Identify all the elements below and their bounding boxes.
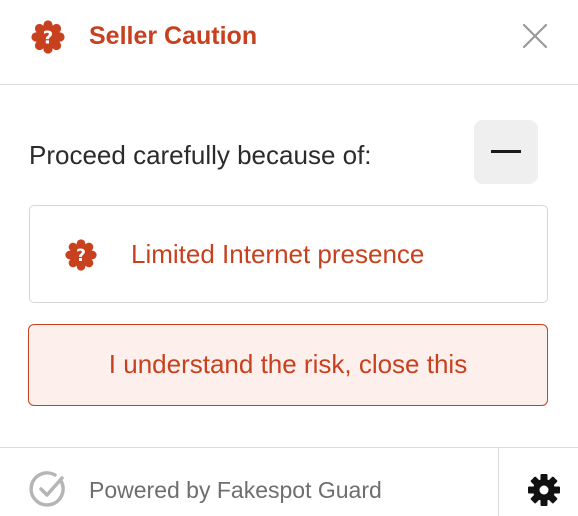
- panel-footer: Powered by Fakespot Guard: [0, 447, 578, 516]
- reason-label: Limited Internet presence: [131, 239, 425, 269]
- close-icon[interactable]: [515, 16, 555, 56]
- panel-header: ? Seller Caution: [0, 0, 578, 85]
- svg-text:?: ?: [76, 245, 86, 265]
- gear-icon[interactable]: [526, 472, 562, 508]
- question-badge-icon: ?: [31, 20, 65, 54]
- footer-divider: [498, 448, 499, 516]
- panel-title: Seller Caution: [89, 22, 258, 50]
- check-circle-icon: [29, 471, 65, 507]
- minus-icon: [491, 150, 521, 153]
- collapse-reasons-button[interactable]: [474, 120, 538, 184]
- reason-card: ? Limited Internet presence: [29, 205, 548, 303]
- seller-caution-panel: ? Seller Caution Proceed carefully becau…: [0, 0, 578, 516]
- powered-by-text: Powered by Fakespot Guard: [89, 477, 382, 503]
- question-badge-icon: ?: [65, 239, 97, 271]
- reasons-heading: Proceed carefully because of:: [29, 140, 372, 170]
- dismiss-risk-button[interactable]: I understand the risk, close this: [28, 324, 548, 406]
- svg-text:?: ?: [43, 28, 53, 49]
